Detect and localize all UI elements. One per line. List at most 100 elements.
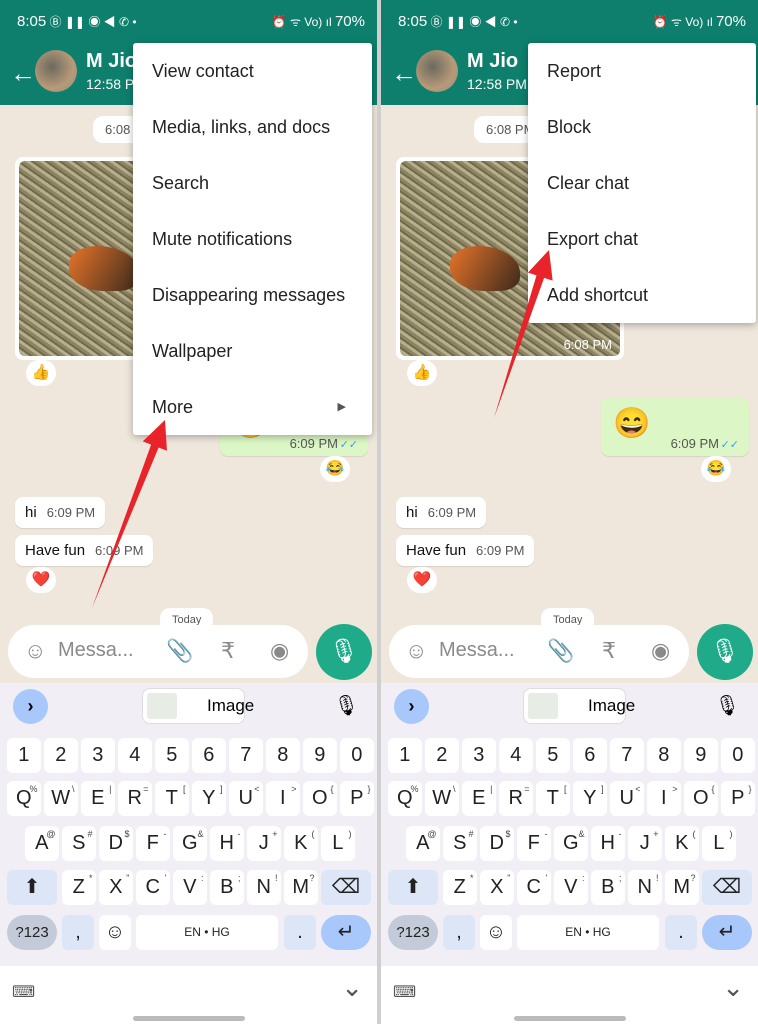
key-h[interactable]: H- [591,826,625,861]
key-j[interactable]: J + [247,826,281,861]
menu-item-search[interactable]: Search [133,155,372,211]
key-s[interactable]: S # [62,826,96,861]
avatar[interactable] [416,50,458,92]
shift-key[interactable]: ⬆ [388,870,438,905]
menu-item-add-shortcut[interactable]: Add shortcut [528,267,756,323]
emoji-icon[interactable]: ☺ [24,638,46,664]
key-2[interactable]: 2 [44,738,78,773]
key-n[interactable]: N! [247,870,281,905]
message-bubble[interactable]: hi 6:09 PM [396,497,487,528]
key-y[interactable]: Y] [192,781,226,816]
key-c[interactable]: C ' [517,870,551,905]
menu-item-clear-chat[interactable]: Clear chat [528,155,756,211]
menu-item-report[interactable]: Report [528,43,756,99]
symbols-key[interactable]: ?123 [7,915,57,950]
key-q[interactable]: Q% [7,781,41,816]
key-g[interactable]: G & [554,826,588,861]
key-p[interactable]: P} [721,781,755,816]
shift-key[interactable]: ⬆ [7,870,57,905]
menu-item-wallpaper[interactable]: Wallpaper [133,323,372,379]
clipboard-suggestion[interactable]: Image [523,688,635,724]
key-3[interactable]: 3 [81,738,115,773]
clipboard-suggestion[interactable]: Image [142,688,254,724]
space-key[interactable]: EN • HG [517,915,659,950]
voice-input-icon[interactable]: 🎙 [334,693,359,718]
key-8[interactable]: 8 [266,738,300,773]
key-c[interactable]: C ' [136,870,170,905]
key-8[interactable]: 8 [647,738,681,773]
key-u[interactable]: U < [229,781,263,816]
voice-message-button[interactable]: 🎙 [697,624,753,680]
menu-item-more[interactable]: More ▶ [133,379,372,435]
key-k[interactable]: K( [665,826,699,861]
key-t[interactable]: T[ [536,781,570,816]
key-1[interactable]: 1 [388,738,422,773]
camera-icon[interactable]: ◉ [270,638,289,664]
key-s[interactable]: S # [443,826,477,861]
rupee-icon[interactable]: ₹ [221,638,235,664]
message-input[interactable]: ☺ Messa... 📎 ₹ ◉ [8,625,308,678]
key-5[interactable]: 5 [536,738,570,773]
key-4[interactable]: 4 [118,738,152,773]
period-key[interactable]: . [284,915,316,950]
key-m[interactable]: M? [284,870,318,905]
menu-item-block[interactable]: Block [528,99,756,155]
key-x[interactable]: X " [99,870,133,905]
enter-key[interactable]: ↵ [321,915,371,950]
contact-name[interactable]: M Jio [467,50,518,73]
key-u[interactable]: U < [610,781,644,816]
emoji-key[interactable]: ☺ [99,915,131,950]
comma-key[interactable]: , [443,915,475,950]
emoji-key[interactable]: ☺ [480,915,512,950]
space-key[interactable]: EN • HG [136,915,278,950]
key-5[interactable]: 5 [155,738,189,773]
period-key[interactable]: . [665,915,697,950]
key-3[interactable]: 3 [462,738,496,773]
message-bubble[interactable]: Have fun 6:09 PM [396,535,535,566]
key-f[interactable]: F- [136,826,170,861]
attach-icon[interactable]: 📎 [166,638,193,664]
voice-message-button[interactable]: 🎙 [316,624,372,680]
key-k[interactable]: K( [284,826,318,861]
attach-icon[interactable]: 📎 [547,638,574,664]
menu-item-media-links-and-docs[interactable]: Media, links, and docs [133,99,372,155]
key-t[interactable]: T[ [155,781,189,816]
expand-toolbar-button[interactable]: › [13,689,48,724]
key-e[interactable]: E | [462,781,496,816]
key-p[interactable]: P} [340,781,374,816]
backspace-key[interactable]: ⌫ [321,870,371,905]
menu-item-export-chat[interactable]: Export chat [528,211,756,267]
key-l[interactable]: L) [702,826,736,861]
key-n[interactable]: N! [628,870,662,905]
key-1[interactable]: 1 [7,738,41,773]
key-7[interactable]: 7 [229,738,263,773]
voice-input-icon[interactable]: 🎙 [715,693,740,718]
key-2[interactable]: 2 [425,738,459,773]
home-indicator[interactable] [133,1016,245,1021]
key-r[interactable]: R = [499,781,533,816]
symbols-key[interactable]: ?123 [388,915,438,950]
key-a[interactable]: A @ [406,826,440,861]
emoji-icon[interactable]: ☺ [405,638,427,664]
key-9[interactable]: 9 [684,738,718,773]
key-v[interactable]: V: [554,870,588,905]
expand-toolbar-button[interactable]: › [394,689,429,724]
key-x[interactable]: X " [480,870,514,905]
key-o[interactable]: O{ [303,781,337,816]
key-r[interactable]: R = [118,781,152,816]
key-b[interactable]: B; [591,870,625,905]
key-6[interactable]: 6 [573,738,607,773]
comma-key[interactable]: , [62,915,94,950]
key-i[interactable]: I > [266,781,300,816]
key-0[interactable]: 0 [340,738,374,773]
key-d[interactable]: D $ [99,826,133,861]
enter-key[interactable]: ↵ [702,915,752,950]
key-i[interactable]: I > [647,781,681,816]
home-indicator[interactable] [514,1016,626,1021]
key-j[interactable]: J + [628,826,662,861]
key-z[interactable]: Z * [62,870,96,905]
message-placeholder[interactable]: Messa... [58,639,134,662]
key-6[interactable]: 6 [192,738,226,773]
key-w[interactable]: W \ [425,781,459,816]
key-e[interactable]: E | [81,781,115,816]
